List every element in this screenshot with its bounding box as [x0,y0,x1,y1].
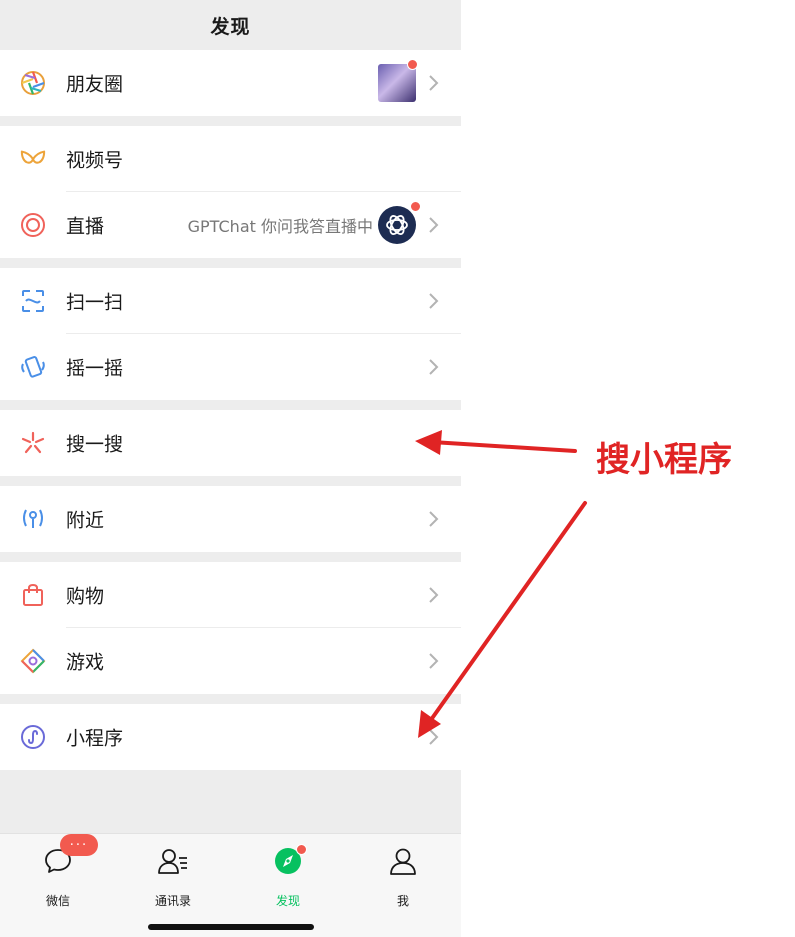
chevron-right-icon [429,293,439,309]
menu-item-scan[interactable]: 扫一扫 [0,268,461,334]
menu-label-channels: 视频号 [66,149,124,172]
contacts-icon [158,849,187,874]
section-scan: 扫一扫 摇一摇 [0,268,461,400]
menu-item-search[interactable]: 搜一搜 [0,410,461,476]
section-moments: 朋友圈 [0,50,461,116]
scan-icon [20,288,46,314]
search-sparkle-icon [20,430,46,456]
chevron-right-icon [429,75,439,91]
section-miniprograms: 小程序 [0,704,461,770]
tab-label-discover: 发现 [275,894,300,908]
discover-screen: 发现 朋友圈 视频号 直播 GPTChat 你问我答直播中 扫一扫 摇一摇 搜一… [0,0,461,937]
moments-red-dot [407,59,418,70]
chevron-right-icon [429,729,439,745]
section-nearby: 附近 [0,486,461,552]
menu-item-live[interactable]: 直播 GPTChat 你问我答直播中 [0,192,461,258]
channels-icon [20,146,46,172]
chevron-right-icon [429,511,439,527]
live-status-text: GPTChat 你问我答直播中 [187,217,373,236]
tab-contacts[interactable]: 通讯录 [133,846,213,908]
menu-label-nearby: 附近 [66,509,105,532]
mini-program-icon [20,724,46,750]
live-icon [20,212,46,238]
person-icon [390,848,416,875]
live-avatar [378,206,416,244]
chevron-right-icon [429,217,439,233]
chevron-right-icon [429,359,439,375]
tab-label-contacts: 通讯录 [154,894,191,908]
tab-label-me: 我 [396,894,409,908]
menu-label-scan: 扫一扫 [66,291,124,314]
menu-label-miniprograms: 小程序 [66,727,124,750]
menu-item-moments[interactable]: 朋友圈 [0,50,461,116]
section-search: 搜一搜 [0,410,461,476]
chevron-right-icon [429,653,439,669]
menu-label-live: 直播 [66,215,105,238]
shake-icon [20,354,46,380]
tab-label-chats: 微信 [45,894,70,908]
menu-label-shake: 摇一摇 [66,357,124,380]
menu-item-shopping[interactable]: 购物 [0,562,461,628]
menu-label-moments: 朋友圈 [66,73,124,96]
discover-red-dot [296,844,307,855]
menu-item-channels[interactable]: 视频号 [0,126,461,192]
tab-discover[interactable]: 发现 [248,844,328,908]
menu-label-games: 游戏 [66,651,105,674]
section-shopping: 购物 游戏 [0,562,461,694]
chats-unread-badge: ··· [60,834,98,856]
menu-label-shopping: 购物 [66,585,105,608]
games-icon [20,648,46,674]
page-title: 发现 [210,15,251,38]
moments-aperture-icon [20,70,46,96]
tab-me[interactable]: 我 [363,846,443,908]
menu-label-search: 搜一搜 [66,433,124,456]
openai-logo-icon [386,215,408,235]
shopping-bag-icon [20,582,46,608]
annotation-label: 搜小程序 [596,440,732,480]
chevron-right-icon [429,587,439,603]
home-indicator [148,924,314,930]
section-channels: 视频号 直播 GPTChat 你问我答直播中 [0,126,461,258]
menu-item-shake[interactable]: 摇一摇 [0,334,461,400]
live-red-dot [410,201,421,212]
nearby-icon [20,506,46,532]
menu-item-miniprograms[interactable]: 小程序 [0,704,461,770]
menu-item-games[interactable]: 游戏 [0,628,461,694]
menu-item-nearby[interactable]: 附近 [0,486,461,552]
